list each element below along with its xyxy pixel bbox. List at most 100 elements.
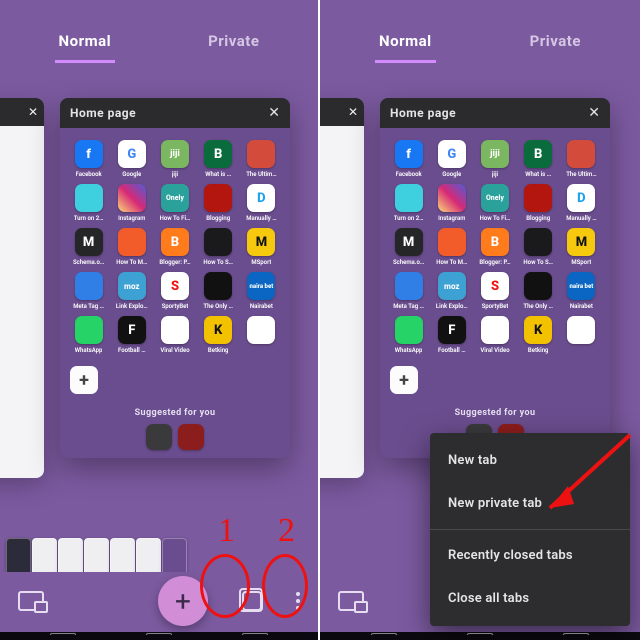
tabs-icon[interactable] (242, 591, 262, 611)
app-label: Football … (118, 347, 146, 354)
speed-dial-app[interactable]: MSchema.o… (68, 228, 109, 266)
tab-card-home[interactable]: Home page ✕ fFacebookGGooglejijijijiBWha… (380, 98, 610, 458)
speed-dial-app[interactable]: KBetking (518, 316, 559, 354)
new-tab-fab[interactable]: + (158, 576, 208, 626)
cast-icon[interactable] (18, 591, 44, 611)
tab-thumbnail[interactable] (162, 538, 187, 572)
speed-dial-app[interactable]: fFacebook (388, 140, 429, 178)
menu-new-private-tab[interactable]: New private tab (430, 482, 630, 525)
speed-dial-app[interactable]: Viral Video (474, 316, 515, 354)
speed-dial-app[interactable]: WhatsApp (68, 316, 109, 354)
speed-dial-app[interactable]: GGoogle (431, 140, 472, 178)
speed-dial-app[interactable]: GGoogle (111, 140, 152, 178)
speed-dial-app[interactable]: OnelyHow To Fi… (474, 184, 515, 222)
speed-dial-app[interactable]: Instagram (431, 184, 472, 222)
app-label: Blogging (526, 215, 550, 222)
menu-recently-closed[interactable]: Recently closed tabs (430, 534, 630, 577)
speed-dial-app[interactable]: Instagram (111, 184, 152, 222)
tab-thumbnail[interactable] (136, 538, 161, 572)
speed-dial-app[interactable]: The Ultim… (241, 140, 282, 178)
add-tile-button[interactable]: + (70, 366, 98, 394)
app-icon: D (567, 184, 595, 212)
speed-dial-app[interactable]: jijijiji (474, 140, 515, 178)
tab-thumbnail[interactable] (84, 538, 109, 572)
speed-dial-app[interactable]: jijijiji (154, 140, 195, 178)
speed-dial-app[interactable]: MMSport (241, 228, 282, 266)
menu-close-all[interactable]: Close all tabs (430, 577, 630, 620)
speed-dial-app[interactable]: mozLink Explo… (111, 272, 152, 310)
speed-dial-app[interactable]: How To M… (111, 228, 152, 266)
app-label: jiji (492, 171, 498, 178)
speed-dial-app[interactable]: FFootball … (111, 316, 152, 354)
speed-dial-app[interactable]: naira betNairabet (241, 272, 282, 310)
app-icon: naira bet (567, 272, 595, 300)
close-icon[interactable]: ✕ (588, 105, 600, 121)
speed-dial-app[interactable]: Viral Video (154, 316, 195, 354)
tab-switcher-stage: ✕ e offerscksackingprivateyou haveouom i… (0, 80, 318, 572)
speed-dial-app[interactable]: MMSport (561, 228, 602, 266)
close-icon[interactable]: ✕ (348, 105, 358, 119)
peek-text-line: you have (320, 226, 360, 239)
app-label: The Only … (523, 303, 553, 310)
close-icon[interactable]: ✕ (268, 105, 280, 121)
speed-dial-app[interactable]: Meta Tag … (388, 272, 429, 310)
suggested-icon[interactable] (146, 424, 172, 450)
speed-dial-app[interactable]: Blogging (518, 184, 559, 222)
speed-dial-app[interactable]: BBlogger: P… (474, 228, 515, 266)
speed-dial-app[interactable]: The Only … (198, 272, 239, 310)
speed-dial-app[interactable]: naira betNairabet (561, 272, 602, 310)
app-icon: M (247, 228, 275, 256)
peek-text-line: cks (0, 165, 40, 178)
app-icon (524, 228, 552, 256)
more-icon[interactable] (296, 592, 300, 610)
tab-normal[interactable]: Normal (375, 26, 436, 63)
tab-private[interactable]: Private (526, 26, 585, 63)
tab-thumbnail[interactable] (6, 538, 31, 572)
tab-private[interactable]: Private (204, 26, 263, 63)
speed-dial-app[interactable]: KBetking (198, 316, 239, 354)
speed-dial-app[interactable]: OnelyHow To Fi… (154, 184, 195, 222)
add-tile-button[interactable]: + (390, 366, 418, 394)
speed-dial-app[interactable]: MSchema.o… (388, 228, 429, 266)
speed-dial-app[interactable]: Meta Tag … (68, 272, 109, 310)
peek-card[interactable]: ✕ e offerscksackingprivateyou haveouom i… (0, 98, 44, 478)
speed-dial-app[interactable]: SSportyBet (474, 272, 515, 310)
card-title: Home page (390, 106, 456, 120)
close-icon[interactable]: ✕ (28, 105, 38, 119)
speed-dial-app[interactable]: FFootball … (431, 316, 472, 354)
menu-new-tab[interactable]: New tab (430, 439, 630, 482)
app-icon (567, 316, 595, 344)
speed-dial-app[interactable]: WhatsApp (388, 316, 429, 354)
app-icon (247, 140, 275, 168)
speed-dial-app[interactable] (561, 316, 602, 354)
speed-dial-app[interactable]: BWhat is … (518, 140, 559, 178)
suggested-icon[interactable] (178, 424, 204, 450)
speed-dial-app[interactable]: How To M… (431, 228, 472, 266)
app-label: Link Explo… (116, 303, 148, 310)
app-icon: B (161, 228, 189, 256)
speed-dial-app[interactable]: BBlogger: P… (154, 228, 195, 266)
speed-dial-app[interactable]: BWhat is … (198, 140, 239, 178)
speed-dial-app[interactable]: The Only … (518, 272, 559, 310)
speed-dial-app[interactable]: SSportyBet (154, 272, 195, 310)
tab-thumbnail[interactable] (58, 538, 83, 572)
speed-dial-app[interactable]: DManually … (561, 184, 602, 222)
speed-dial-app[interactable]: How To S… (198, 228, 239, 266)
speed-dial-app[interactable]: Blogging (198, 184, 239, 222)
speed-dial-app[interactable] (241, 316, 282, 354)
peek-text-line: with (0, 350, 40, 363)
speed-dial-app[interactable]: mozLink Explo… (431, 272, 472, 310)
peek-card[interactable]: ✕ e offerscksackingprivateyou haveouom i… (320, 98, 364, 478)
cast-icon[interactable] (338, 591, 364, 611)
tab-thumbnail[interactable] (32, 538, 57, 572)
speed-dial-app[interactable]: Turn on 2… (388, 184, 429, 222)
speed-dial-app[interactable]: Turn on 2… (68, 184, 109, 222)
tab-thumbnail[interactable] (110, 538, 135, 572)
tab-normal[interactable]: Normal (55, 26, 116, 63)
tab-thumb-strip[interactable] (6, 532, 187, 572)
speed-dial-app[interactable]: How To S… (518, 228, 559, 266)
speed-dial-app[interactable]: The Ultim… (561, 140, 602, 178)
speed-dial-app[interactable]: fFacebook (68, 140, 109, 178)
tab-card-home[interactable]: Home page ✕ fFacebookGGooglejijijijiBWha… (60, 98, 290, 458)
speed-dial-app[interactable]: DManually … (241, 184, 282, 222)
